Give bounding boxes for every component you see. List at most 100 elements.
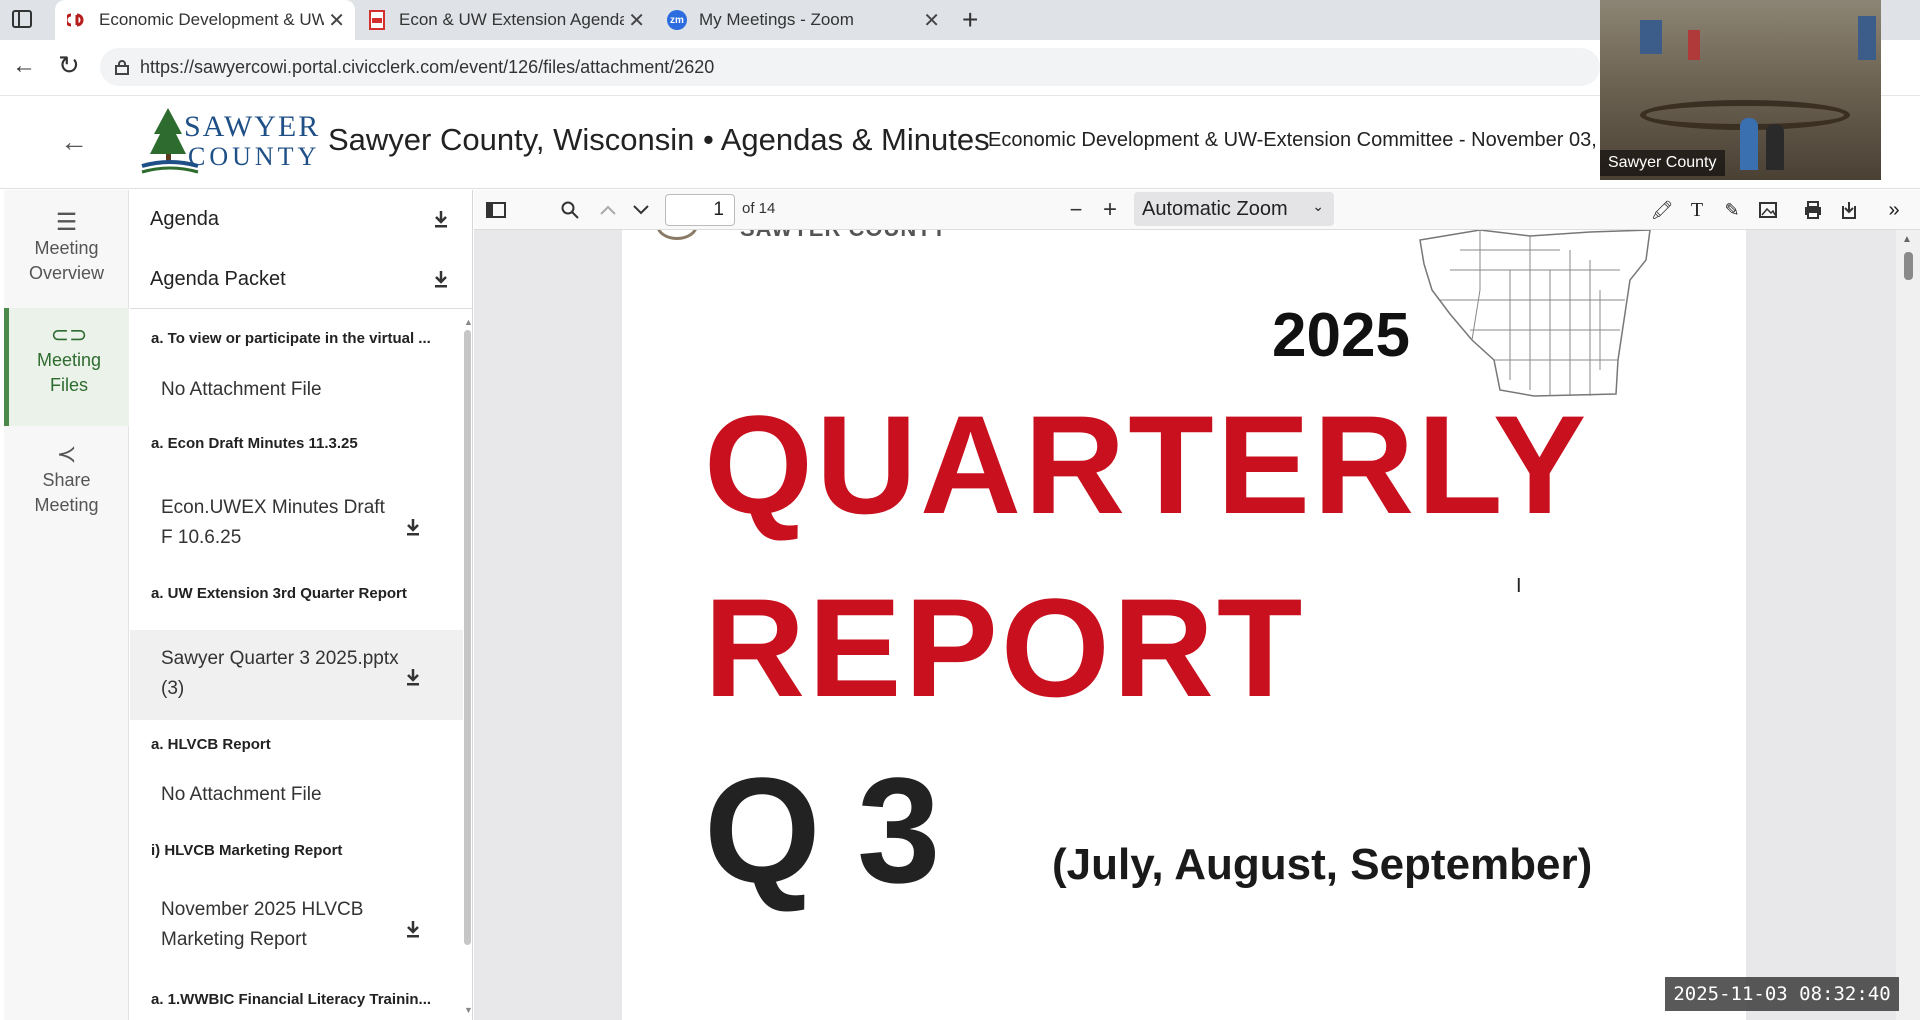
back-icon[interactable]: ← [12,52,36,80]
save-icon[interactable] [1837,198,1861,222]
draw-icon[interactable]: ✎ [1720,198,1744,222]
attachment-row[interactable]: November 2025 HLVCB Marketing Report [130,890,463,970]
left-navigation: ☰ Meeting Overview ⊂⊃ Meeting Files ≺ Sh… [4,190,129,1020]
pdf-icon [367,10,387,30]
zoom-value: Automatic Zoom [1142,197,1288,220]
sidebar-toggle-icon[interactable] [484,198,508,222]
print-icon[interactable] [1801,198,1825,222]
reload-icon[interactable]: ↻ [58,50,80,81]
more-tools-icon[interactable]: » [1882,198,1906,222]
page-total: of 14 [742,200,776,217]
zoom-in-icon[interactable]: + [1098,196,1122,223]
paperclip-icon: ⊂⊃ [50,322,88,347]
attachment-name[interactable]: November 2025 HLVCB Marketing Report [161,895,401,955]
video-screen-left [1640,20,1662,54]
video-screen-right [1858,16,1876,60]
attachment-name[interactable]: Sawyer Quarter 3 2025.pptx (3) [161,644,401,704]
chevron-down-icon: ⌄ [1312,198,1324,214]
download-icon[interactable] [403,666,423,688]
attachment-row[interactable]: Econ.UWEX Minutes Draft F 10.6.25 [130,488,463,564]
tab-econ-agenda-pdf[interactable]: Econ & UW Extension Agenda Pa ✕ [355,0,655,40]
org-name: SAWYER COUNTY [740,230,947,242]
recording-timestamp: 2025-11-03 08:32:40 [1665,977,1899,1011]
divider [130,308,472,309]
url-text: https://sawyercowi.portal.civicclerk.com… [140,56,715,77]
next-page-icon[interactable] [629,198,653,222]
tab-title: My Meetings - Zoom [699,10,854,29]
site-title: Sawyer County, Wisconsin • Agendas & Min… [328,122,990,157]
panel-scroll-thumb[interactable] [464,330,471,945]
county-seal-icon [656,230,698,240]
tab-economic-development[interactable]: Economic Development & UW-Ex ✕ [55,0,355,40]
report-year: 2025 [1272,301,1410,370]
download-icon[interactable] [403,516,423,538]
no-attachment: No Attachment File [161,784,322,805]
video-person [1766,124,1784,170]
pdf-toolbar: 1 of 14 − + Automatic Zoom ⌄ 🖍 T ✎ » [474,190,1920,230]
site-info-icon[interactable] [114,59,130,75]
nav-meeting-files[interactable]: ⊂⊃ Meeting Files [4,308,129,426]
close-tab-icon[interactable]: ✕ [628,8,645,33]
page-number-input[interactable]: 1 [665,194,735,226]
tab-title: Econ & UW Extension Agenda Pa [399,10,624,29]
quarter-letter: Q [704,746,821,914]
report-headline-quarterly: QUARTERLY [704,386,1590,543]
image-icon[interactable] [1756,198,1780,222]
nav-label: Meeting Files [36,350,102,395]
section-title: a. HLVCB Report [151,736,271,753]
zoom-video-feed[interactable]: Sawyer County [1600,0,1881,180]
zoom-out-icon[interactable]: − [1064,197,1088,222]
video-person [1740,118,1758,170]
text-tool-icon[interactable]: T [1685,198,1709,222]
meeting-files-panel: Agenda Agenda Packet a. To view or parti… [130,190,473,1020]
zoom-icon: zm [667,10,687,30]
attachment-name[interactable]: Econ.UWEX Minutes Draft F 10.6.25 [161,493,401,553]
pdf-scrollbar[interactable]: ▲ [1896,230,1920,1020]
quarter-months: (July, August, September) [1052,840,1593,889]
scroll-up-icon[interactable]: ▲ [1902,234,1912,245]
section-title: a. 1.WWBIC Financial Literacy Trainin... [151,991,432,1008]
download-icon[interactable] [431,268,451,290]
section-title: i) HLVCB Marketing Report [151,842,343,859]
agenda-row[interactable]: Agenda [130,190,472,248]
zoom-select[interactable]: Automatic Zoom ⌄ [1134,192,1334,226]
tab-title: Economic Development & UW-Ex [99,10,324,29]
agenda-packet-row[interactable]: Agenda Packet [130,250,472,308]
no-attachment: No Attachment File [161,379,322,400]
new-tab-icon[interactable]: + [962,4,978,36]
video-flag [1688,30,1700,60]
download-icon[interactable] [403,918,423,940]
nav-meeting-overview[interactable]: ☰ Meeting Overview [4,210,129,290]
section-title: a. UW Extension 3rd Quarter Report [151,585,407,602]
url-field[interactable]: https://sawyercowi.portal.civicclerk.com… [100,48,1600,86]
scroll-up-icon[interactable]: ▲ [464,317,472,327]
logo-county: COUNTY [188,142,321,171]
close-tab-icon[interactable]: ✕ [923,8,940,33]
nav-label: Share Meeting [34,470,99,515]
nav-share-meeting[interactable]: ≺ Share Meeting [4,442,129,522]
text-cursor-icon: I [1516,575,1522,597]
agenda-packet-label: Agenda Packet [150,267,286,290]
pdf-page: SAWYER COUNTY 2025 QUARTERLY REPORT Q 3 … [622,230,1746,1020]
section-title: a. Econ Draft Minutes 11.3.25 [151,435,358,452]
civicclerk-icon [67,10,87,30]
list-icon: ☰ [55,209,78,236]
video-participant-label: Sawyer County [1600,150,1725,176]
tab-my-meetings-zoom[interactable]: zm My Meetings - Zoom ✕ [655,0,950,40]
attachment-row-selected[interactable]: Sawyer Quarter 3 2025.pptx (3) [130,630,463,720]
share-icon: ≺ [56,441,77,468]
scroll-down-icon[interactable]: ▼ [464,1005,472,1015]
download-icon[interactable] [431,208,451,230]
close-tab-icon[interactable]: ✕ [328,8,345,33]
previous-page-icon[interactable] [596,198,620,222]
agenda-label: Agenda [150,207,219,230]
nav-label: Meeting Overview [28,238,104,283]
tab-actions-icon[interactable] [12,10,32,28]
pdf-scroll-thumb[interactable] [1904,252,1913,280]
report-headline-report: REPORT [704,569,1306,726]
pdf-viewer: 1 of 14 − + Automatic Zoom ⌄ 🖍 T ✎ » SAW… [474,190,1920,1020]
sawyer-county-logo[interactable]: SAWYER COUNTY [140,104,320,182]
highlight-icon[interactable]: 🖍 [1650,198,1674,222]
search-icon[interactable] [558,198,582,222]
back-arrow-icon[interactable]: ← [60,126,88,158]
